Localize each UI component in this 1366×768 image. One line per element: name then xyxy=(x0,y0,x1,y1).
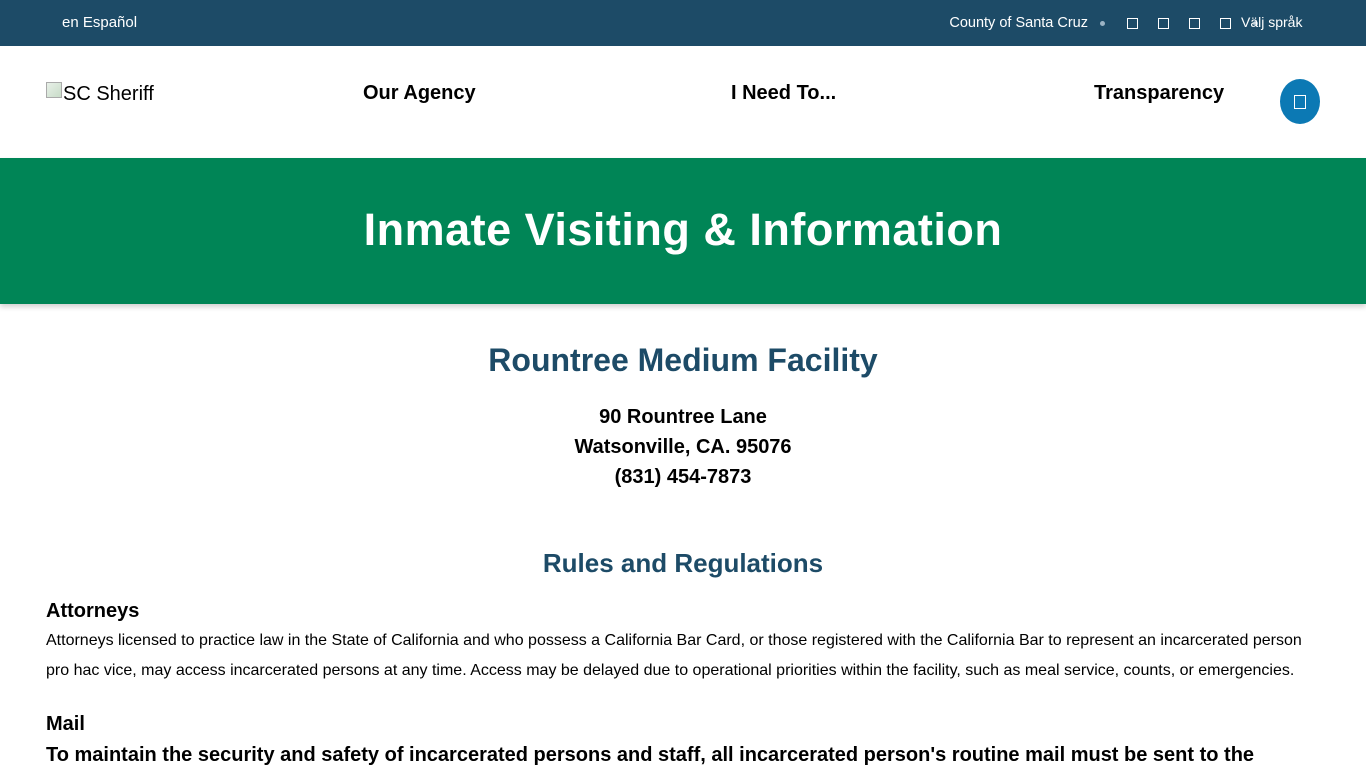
facility-address: 90 Rountree Lane Watsonville, CA. 95076 … xyxy=(46,402,1320,492)
mail-heading: Mail xyxy=(46,713,85,735)
twitter-icon[interactable] xyxy=(1158,17,1169,29)
site-header: SC Sheriff Our Agency I Need To... Trans… xyxy=(0,46,1366,158)
site-logo[interactable]: SC Sheriff xyxy=(46,82,154,105)
instagram-icon[interactable] xyxy=(1189,17,1200,29)
facility-name: Rountree Medium Facility xyxy=(488,342,878,378)
logo-alt-text: SC Sheriff xyxy=(63,83,154,105)
address-line-2: Watsonville, CA. 95076 xyxy=(574,436,792,458)
attorneys-paragraph: Attorneys licensed to practice law in th… xyxy=(46,632,1302,679)
search-button[interactable] xyxy=(1280,79,1320,124)
rules-heading: Rules and Regulations xyxy=(542,548,824,578)
page-title: Inmate Visiting & Information xyxy=(363,204,1003,255)
nav-our-agency[interactable]: Our Agency xyxy=(363,82,476,105)
nav-transparency[interactable]: Transparency xyxy=(1094,82,1224,105)
mail-paragraph: To maintain the security and safety of i… xyxy=(46,744,1255,766)
spanish-language-link[interactable]: en Español xyxy=(62,14,137,31)
separator-dot xyxy=(1100,20,1105,26)
topbar-right-group: County of Santa Cruz xyxy=(949,0,1270,46)
broken-image-icon xyxy=(46,82,62,98)
address-line-1: 90 Rountree Lane xyxy=(599,406,767,428)
search-icon xyxy=(1294,94,1306,109)
facebook-icon[interactable] xyxy=(1127,17,1138,29)
translate-select[interactable]: Välj språk xyxy=(1241,14,1302,30)
top-utility-bar: en Español County of Santa Cruz Välj spr… xyxy=(0,0,1366,46)
page-banner: Inmate Visiting & Information xyxy=(0,158,1366,304)
youtube-icon[interactable] xyxy=(1220,17,1231,29)
facility-phone[interactable]: (831) 454-7873 xyxy=(46,462,1320,492)
nav-i-need-to[interactable]: I Need To... xyxy=(731,82,836,105)
attorneys-heading: Attorneys xyxy=(46,600,140,622)
county-link[interactable]: County of Santa Cruz xyxy=(949,15,1088,31)
